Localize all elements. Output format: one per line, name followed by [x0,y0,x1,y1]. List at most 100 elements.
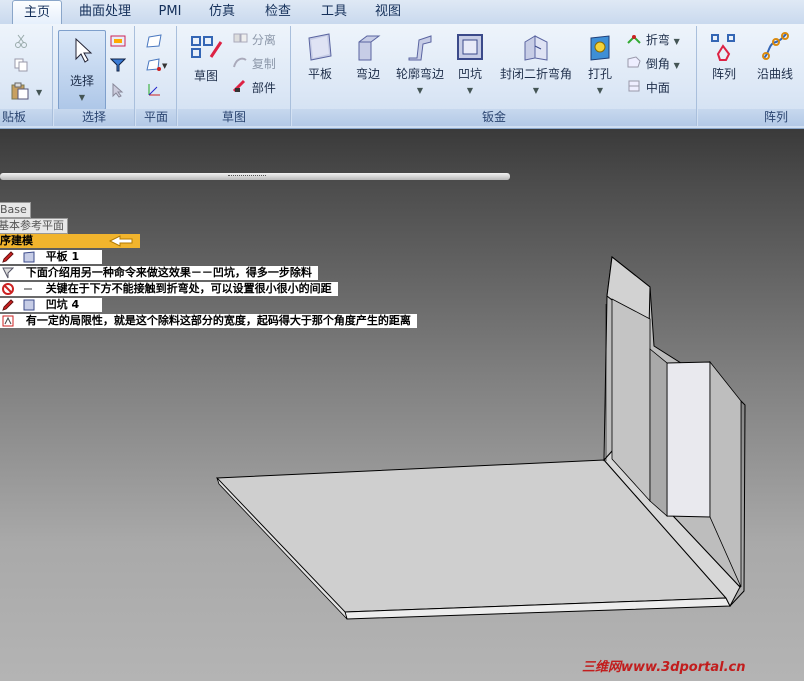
tree-item-base[interactable]: Base [0,202,31,218]
punch-icon [585,32,615,65]
dimple-feature-icon [22,299,35,311]
pattern-button[interactable]: 阵列 [704,32,744,82]
tab-feature-button[interactable]: 平板 [300,32,340,82]
tab-inspect[interactable]: 检查 [256,0,300,24]
sheetmetal-model[interactable] [0,129,804,681]
flange-icon [353,32,383,65]
select-button[interactable]: 选择 ▼ [58,30,106,110]
punch-label: 打孔 [587,67,612,81]
pattern-label: 阵列 [711,67,736,81]
watermark-text: 三维网www.3dportal.cn [582,660,746,675]
edit-pencil-icon [2,251,14,263]
part-button[interactable]: 部件 [232,78,276,98]
sheetmetal-group-label: 钣金 [292,109,696,126]
tab-simulation[interactable]: 仿真 [200,0,244,24]
tree-note-1-label: 下面介绍用另一种命令来做这效果－－凹坑，得多一步除料 [25,266,312,279]
midface-icon [626,79,642,99]
pattern-along-curve-button[interactable]: 沿曲线 [752,32,798,82]
punch-button[interactable]: 打孔 ▼ [582,32,618,96]
tree-note-2[interactable]: 关键在于下方不能接触到折弯处，可以设置很小很小的间距 [0,282,338,296]
plane-group-label: 平面 [136,109,176,126]
tree-item-ref-planes[interactable]: 基本参考平面 [0,218,68,234]
punch-dropdown-icon: ▼ [596,86,604,95]
filter-icon[interactable] [109,58,127,75]
copy-icon[interactable] [14,58,28,75]
plane-group: ▼ 平面 [136,26,177,126]
contour-flange-label: 轮廓弯边 [395,67,444,81]
suppressed-icon [2,283,14,295]
graphics-viewport[interactable] [0,129,804,681]
select-dropdown-icon: ▼ [78,93,86,102]
separate-button[interactable]: 分离 [232,30,276,50]
quickpick-icon[interactable] [110,82,126,101]
dimple-button[interactable]: 凹坑 ▼ [450,32,490,96]
plane-options-icon[interactable]: ▼ [146,58,168,75]
bend-icon [626,31,642,51]
select-group-label: 选择 [54,109,134,126]
tab-surfacing[interactable]: 曲面处理 [70,0,140,24]
sketch-group: 草图 分离 复制 部件 草图 [178,26,291,126]
contour-flange-icon [405,32,435,65]
paste-dropdown-icon[interactable]: ▼ [36,88,42,97]
chamfer-dropdown-icon: ▼ [673,61,680,70]
tab-view[interactable]: 视图 [366,0,410,24]
sketch-button-label: 草图 [193,69,218,83]
close-2-bend-corner-dropdown-icon: ▼ [532,86,540,95]
close-2-bend-corner-icon [521,32,551,65]
chamfer-label: 倒角 [645,57,670,71]
midface-button[interactable]: 中面 [626,78,670,98]
tree-note-3-label: 有一定的局限性，就是这个除料这部分的宽度，起码得大于那个角度产生的距离 [25,314,411,327]
tree-item-dimple-4-label: 凹坑 4 [45,298,80,311]
sheetmetal-group: 平板 弯边 轮廓弯边 ▼ 凹坑 ▼ 封闭二折弯角 ▼ 打孔 ▼ 折弯 ▼ 倒角 … [292,26,697,126]
tree-note-3[interactable]: 有一定的局限性，就是这个除料这部分的宽度，起码得大于那个角度产生的距离 [0,314,417,328]
coordinate-system-icon[interactable] [146,82,162,101]
rollback-arrow-icon [108,235,134,251]
bend-dropdown-icon: ▼ [673,37,680,46]
pattern-along-curve-icon [760,32,790,65]
close-2-bend-corner-button[interactable]: 封闭二折弯角 ▼ [496,32,576,96]
separate-label: 分离 [251,33,276,47]
select-tool-icon[interactable] [110,34,126,51]
flange-button[interactable]: 弯边 [348,32,388,82]
tree-note-1[interactable]: 下面介绍用另一种命令来做这效果－－凹坑，得多一步除料 [0,266,318,280]
copy-sketch-button[interactable]: 复制 [232,54,276,74]
contour-flange-button[interactable]: 轮廓弯边 ▼ [392,32,448,96]
pattern-icon [709,32,739,65]
tab-home[interactable]: 主页 [12,0,62,26]
clipboard-group-label: 贴板 [0,109,52,126]
tree-item-flat-1-label: 平板 1 [45,250,80,263]
close-2-bend-corner-label: 封闭二折弯角 [499,67,572,81]
note-icon [2,267,15,279]
ribbon-panel: ▼ 贴板 选择 ▼ 选择 ▼ 平面 草图 分离 复制 部件 草图 平板 弯边 轮… [0,24,804,129]
chamfer-icon [626,55,642,75]
bend-label: 折弯 [645,33,670,47]
tree-item-dimple-4[interactable]: 凹坑 4 [0,298,102,312]
paste-icon[interactable] [10,82,32,103]
dimple-icon [455,32,485,65]
tab-tools[interactable]: 工具 [312,0,356,24]
midface-label: 中面 [645,81,670,95]
splitter-bar[interactable] [0,173,510,180]
cut-icon[interactable] [14,34,28,51]
copy-sketch-label: 复制 [251,57,276,71]
sketch-button[interactable]: 草图 [184,32,228,84]
tree-note-2-label: 关键在于下方不能接触到折弯处，可以设置很小很小的间距 [45,282,332,295]
sketch-line-icon [22,283,34,295]
tab-pmi[interactable]: PMI [150,0,190,24]
plane-icon[interactable] [146,34,162,51]
select-button-label: 选择 [69,74,94,88]
select-arrow-icon [71,37,93,66]
splitter-grip[interactable] [228,175,266,178]
pattern-along-curve-label: 沿曲线 [756,67,793,81]
tree-item-flat-1[interactable]: 平板 1 [0,250,102,264]
ribbon-tab-bar: 主页 曲面处理 PMI 仿真 检查 工具 视图 [0,0,804,26]
tree-item-ordered-modeling[interactable]: 序建模 [0,234,140,248]
part-label: 部件 [251,81,276,95]
note-flag-icon [2,315,14,327]
chamfer-button[interactable]: 倒角 ▼ [626,54,680,74]
sketch-icon [189,32,223,67]
copy-sketch-icon [232,55,248,75]
flange-label: 弯边 [355,67,380,81]
flat-feature-icon [22,251,35,263]
bend-button[interactable]: 折弯 ▼ [626,30,680,50]
